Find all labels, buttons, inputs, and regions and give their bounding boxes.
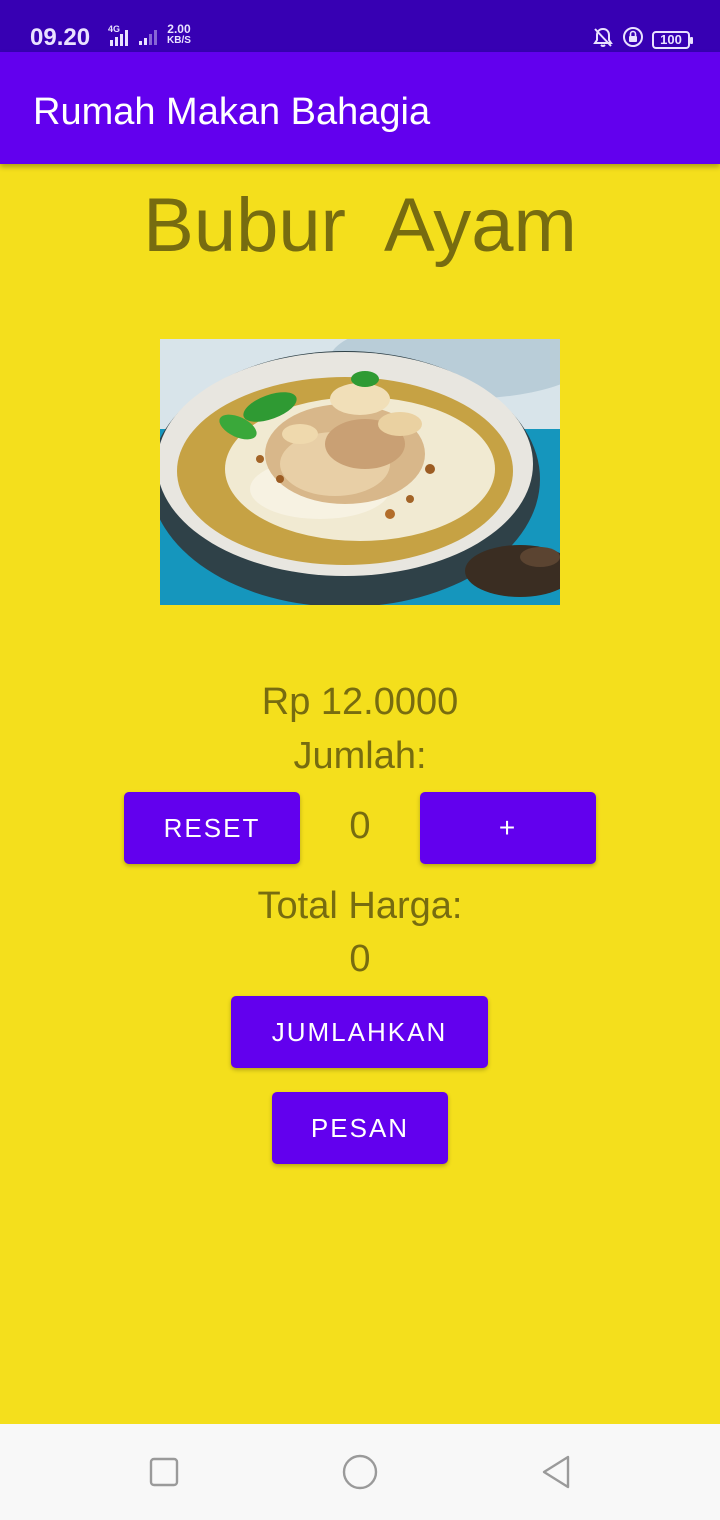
order-button[interactable]: PESAN bbox=[272, 1092, 448, 1164]
home-icon[interactable] bbox=[340, 1452, 380, 1492]
mute-bell-icon bbox=[592, 26, 614, 53]
calculate-button[interactable]: JUMLAHKAN bbox=[231, 996, 488, 1068]
price-text: Rp 12.0000 bbox=[261, 681, 459, 723]
reset-button[interactable]: RESET bbox=[124, 792, 300, 864]
navigation-bar bbox=[0, 1424, 720, 1520]
status-icons: 100 bbox=[592, 26, 693, 53]
signal-icon bbox=[139, 30, 157, 45]
food-image bbox=[160, 339, 560, 605]
recent-apps-icon[interactable] bbox=[144, 1452, 184, 1492]
app-bar: Rumah Makan Bahagia bbox=[0, 52, 720, 164]
total-value: 0 bbox=[349, 938, 371, 980]
quantity-value: 0 bbox=[349, 805, 371, 847]
app-title: Rumah Makan Bahagia bbox=[33, 91, 431, 133]
speed-unit: KB/S bbox=[167, 35, 191, 46]
status-time: 09.20 bbox=[30, 24, 91, 51]
battery-icon: 100 bbox=[652, 30, 693, 49]
total-label: Total Harga: bbox=[257, 885, 463, 927]
signal-icon bbox=[110, 30, 128, 46]
rotation-lock-icon bbox=[622, 26, 644, 53]
back-icon[interactable] bbox=[536, 1452, 576, 1492]
speed-value: 2.00 bbox=[167, 22, 191, 36]
dish-title: Bubur Ayam bbox=[143, 183, 577, 268]
status-bar: 09.20 4G 2.00 KB/S 100 bbox=[0, 0, 720, 52]
main-content: Bubur Ayam Rp 12.0000 Jumlah: RESET 0 + … bbox=[0, 164, 720, 1424]
increment-button[interactable]: + bbox=[420, 792, 596, 864]
quantity-label: Jumlah: bbox=[293, 735, 427, 777]
network-speed: 2.00 KB/S bbox=[167, 23, 191, 46]
